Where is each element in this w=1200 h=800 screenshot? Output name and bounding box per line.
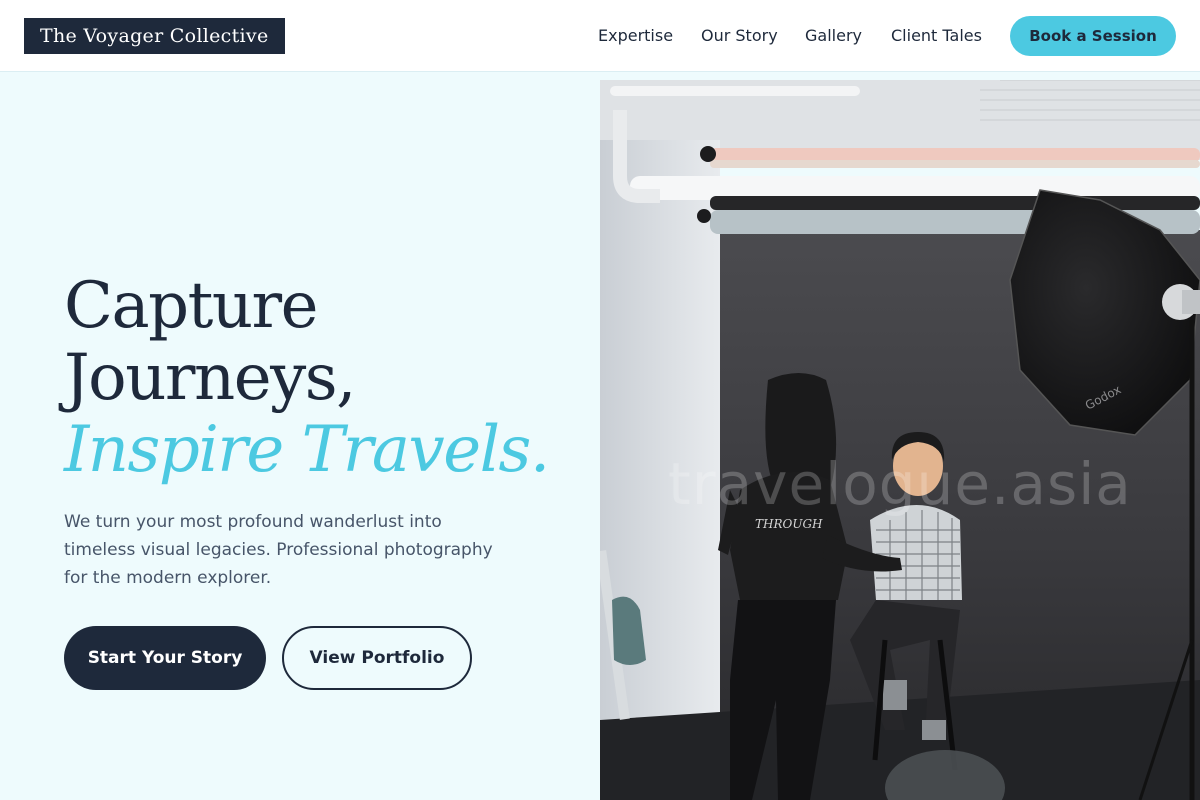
- site-header: The Voyager Collective Expertise Our Sto…: [0, 0, 1200, 72]
- brand-logo[interactable]: The Voyager Collective: [24, 18, 285, 54]
- nav-link-client-tales[interactable]: Client Tales: [891, 26, 982, 46]
- studio-photo-illustration: Godox THROUGH: [600, 80, 1200, 800]
- nav-link-gallery[interactable]: Gallery: [805, 26, 862, 46]
- book-session-button[interactable]: Book a Session: [1010, 16, 1176, 56]
- photo-watermark: travelogue.asia: [668, 450, 1132, 518]
- start-story-button[interactable]: Start Your Story: [64, 626, 266, 690]
- hero-title-line-2: Journeys,: [64, 341, 356, 415]
- nav-link-expertise[interactable]: Expertise: [598, 26, 673, 46]
- nav-link-our-story[interactable]: Our Story: [701, 26, 778, 46]
- hero-title-accent: Inspire Travels.: [64, 413, 550, 487]
- view-portfolio-button[interactable]: View Portfolio: [282, 626, 472, 690]
- shirt-text: THROUGH: [755, 517, 823, 531]
- hero-content: Capture Journeys, Inspire Travels. We tu…: [64, 270, 584, 592]
- hero-photo: Godox THROUGH travelogue.asia: [600, 80, 1200, 800]
- hero-title-line-1: Capture: [64, 269, 319, 343]
- hero-description: We turn your most profound wanderlust in…: [64, 512, 493, 588]
- hero-title: Capture Journeys, Inspire Travels.: [64, 270, 584, 486]
